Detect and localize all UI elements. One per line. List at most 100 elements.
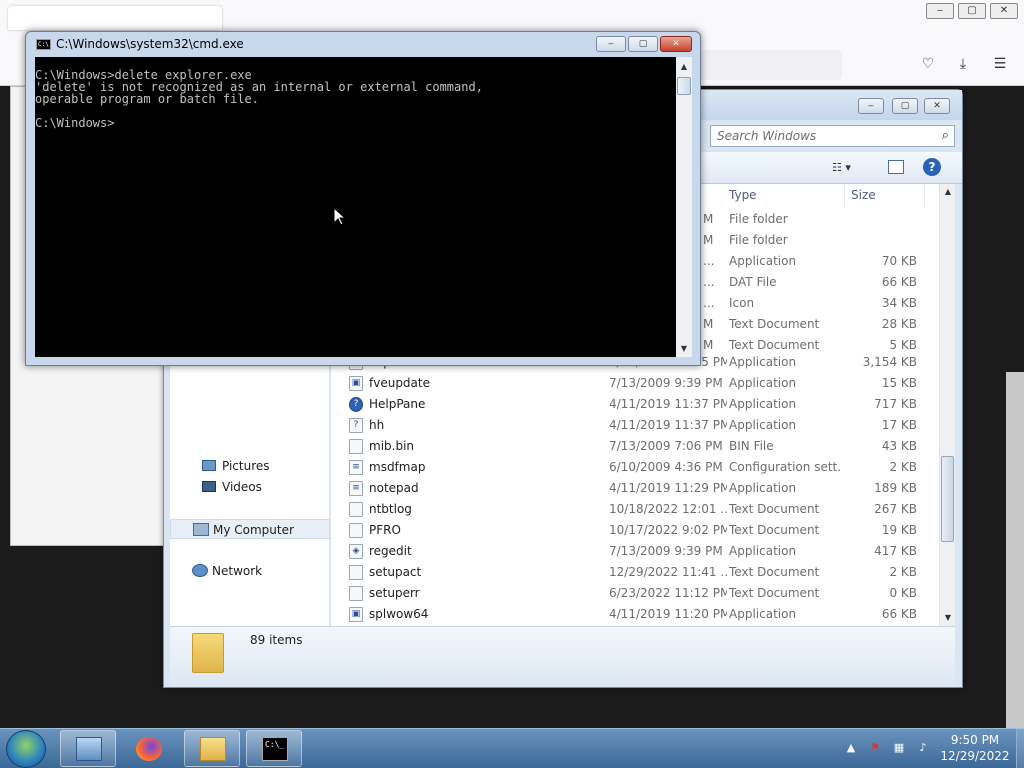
cell-type: Application	[729, 376, 797, 390]
download-icon[interactable]: ⤓	[953, 56, 973, 72]
cell-type: Application	[729, 418, 797, 432]
cell-date: 10/17/2022 9:02 PM	[609, 523, 727, 537]
cell-size: 17 KB	[881, 418, 917, 432]
scroll-down-arrow-icon[interactable]: ▼	[940, 610, 956, 626]
cell-size: 0 KB	[889, 586, 917, 600]
table-row[interactable]: ntbtlog 10/18/2022 12:01 ... Text Document…	[331, 499, 951, 520]
action-center-icon[interactable]: ⚑	[868, 741, 882, 755]
table-row[interactable]: setuperr 6/23/2022 11:12 PM Text Document 0…	[331, 583, 951, 604]
explorer-close-button[interactable]: ✕	[924, 98, 950, 114]
console-output[interactable]: C:\Windows>delete explorer.exe'delete' i…	[35, 57, 676, 357]
cell-name: setuperr	[369, 586, 420, 600]
cell-type: Icon	[729, 296, 755, 310]
explorer-maximize-button[interactable]: ▢	[892, 98, 918, 114]
table-row[interactable]: ? hh 4/11/2019 11:37 PM Application 17 KB	[331, 415, 951, 436]
clock[interactable]: 9:50 PM 12/29/2022	[940, 732, 1010, 764]
cmd-minimize-button[interactable]: ‒	[596, 36, 626, 52]
table-row[interactable]: ≡ msdfmap 6/10/2009 4:36 PM Configuration s…	[331, 457, 951, 478]
server-manager-icon	[76, 737, 102, 761]
table-row[interactable]: ▣ splwow64 4/11/2019 11:20 PM Application 66…	[331, 604, 951, 625]
details-pane: 89 items	[170, 626, 955, 686]
cell-size: 417 KB	[874, 544, 917, 558]
nav-item-network[interactable]: Network	[170, 561, 330, 581]
computer-icon	[193, 523, 209, 536]
start-button[interactable]	[6, 730, 46, 768]
firefox-close-button[interactable]: ✕	[990, 3, 1018, 19]
nav-label: Videos	[222, 480, 262, 494]
menu-icon[interactable]: ☰	[990, 56, 1010, 72]
cmd-title-bar[interactable]: C:\ C:\Windows\system32\cmd.exe ‒ ▢ ✕	[26, 32, 700, 56]
cell-name: ntbtlog	[369, 502, 412, 516]
taskbar-cmd[interactable]: C:\_	[246, 730, 302, 767]
view-options-icon[interactable]: ☷ ▾	[832, 160, 866, 176]
table-row[interactable]: ▣ fveupdate 7/13/2009 9:39 PM Application 15…	[331, 373, 951, 394]
scroll-thumb[interactable]	[941, 456, 954, 542]
firefox-minimize-button[interactable]: ‒	[926, 3, 954, 19]
nav-label: Network	[212, 564, 263, 578]
table-row[interactable]: ◈ regedit 7/13/2009 9:39 PM Application 417 …	[331, 541, 951, 562]
show-desktop-button[interactable]	[1016, 729, 1024, 768]
table-row[interactable]: PFRO 10/17/2022 9:02 PM Text Document 19 KB	[331, 520, 951, 541]
cell-date: 7/13/2009 7:06 PM	[609, 439, 723, 453]
nav-item-my-computer[interactable]: My Computer	[170, 519, 330, 539]
firefox-icon	[136, 737, 162, 761]
cell-date: 4/11/2019 11:20 PM	[609, 607, 727, 621]
cell-type: Text Document	[729, 565, 820, 579]
cmd-close-button[interactable]: ✕	[660, 36, 692, 52]
clock-time: 9:50 PM	[950, 733, 1000, 747]
nav-label: My Computer	[213, 523, 294, 537]
table-row[interactable]: mib.bin 7/13/2009 7:06 PM BIN File 43 KB	[331, 436, 951, 457]
taskbar-server-manager[interactable]	[60, 730, 116, 767]
clock-date: 12/29/2022	[940, 749, 1010, 763]
search-icon[interactable]: ⌕	[942, 128, 949, 143]
cell-size: 19 KB	[881, 523, 917, 537]
console-scrollbar[interactable]: ▲ ▼	[676, 57, 692, 357]
regedit-icon: ◈	[349, 544, 363, 559]
taskbar-firefox[interactable]	[120, 730, 176, 767]
firefox-restore-button[interactable]: ▢	[958, 3, 986, 19]
cell-type: File folder	[729, 212, 788, 226]
cell-date: 12/29/2022 11:41 ...	[609, 565, 727, 579]
scroll-up-arrow-icon[interactable]: ▲	[940, 184, 956, 200]
app-icon: ▣	[349, 376, 363, 391]
cell-size: 189 KB	[874, 481, 917, 495]
preview-pane-icon[interactable]	[888, 160, 904, 174]
network-tray-icon[interactable]: ▦	[892, 741, 906, 755]
explorer-minimize-button[interactable]: ‒	[858, 98, 884, 114]
help-icon[interactable]: ?	[923, 158, 941, 176]
cmd-maximize-button[interactable]: ▢	[628, 36, 658, 52]
nav-item-videos[interactable]: Videos	[170, 477, 330, 497]
cell-name: PFRO	[369, 523, 401, 537]
search-input[interactable]: Search Windows ⌕	[710, 125, 955, 147]
text-file-icon	[349, 523, 363, 538]
cell-name: regedit	[369, 544, 412, 558]
scroll-down-arrow-icon[interactable]: ▼	[676, 341, 692, 357]
volume-icon[interactable]: ♪	[916, 741, 930, 755]
cell-size: 70 KB	[881, 254, 917, 268]
table-row[interactable]: setupact 12/29/2022 11:41 ... Text Documen…	[331, 562, 951, 583]
network-icon	[192, 564, 208, 577]
firefox-scrollbar[interactable]	[1006, 372, 1024, 728]
scroll-up-arrow-icon[interactable]: ▲	[676, 59, 692, 75]
taskbar-explorer[interactable]	[184, 730, 240, 767]
nav-item-pictures[interactable]: Pictures	[170, 456, 330, 476]
column-header-size[interactable]: Size	[845, 184, 925, 206]
notepad-icon: ≡	[349, 481, 363, 496]
file-list-scrollbar[interactable]: ▲ ▼	[939, 184, 955, 626]
cell-size: 34 KB	[881, 296, 917, 310]
scroll-thumb[interactable]	[677, 77, 691, 95]
cell-date: 10/18/2022 12:01 ...	[609, 502, 727, 516]
table-row[interactable]: ≡ notepad 4/11/2019 11:29 PM Application 189…	[331, 478, 951, 499]
pocket-icon[interactable]: ♡	[918, 56, 938, 72]
column-header-type[interactable]: Type	[723, 184, 845, 206]
cell-type: Application	[729, 481, 797, 495]
show-hidden-icons-icon[interactable]: ▲	[844, 741, 858, 755]
table-row[interactable]: ? HelpPane 4/11/2019 11:37 PM Application 71…	[331, 394, 951, 415]
firefox-tab[interactable]	[8, 6, 222, 30]
cell-type: Application	[729, 397, 797, 411]
explorer-icon	[200, 737, 226, 761]
cell-type: Text Document	[729, 502, 820, 516]
pictures-icon	[202, 460, 216, 471]
help-file-icon: ?	[349, 418, 363, 433]
